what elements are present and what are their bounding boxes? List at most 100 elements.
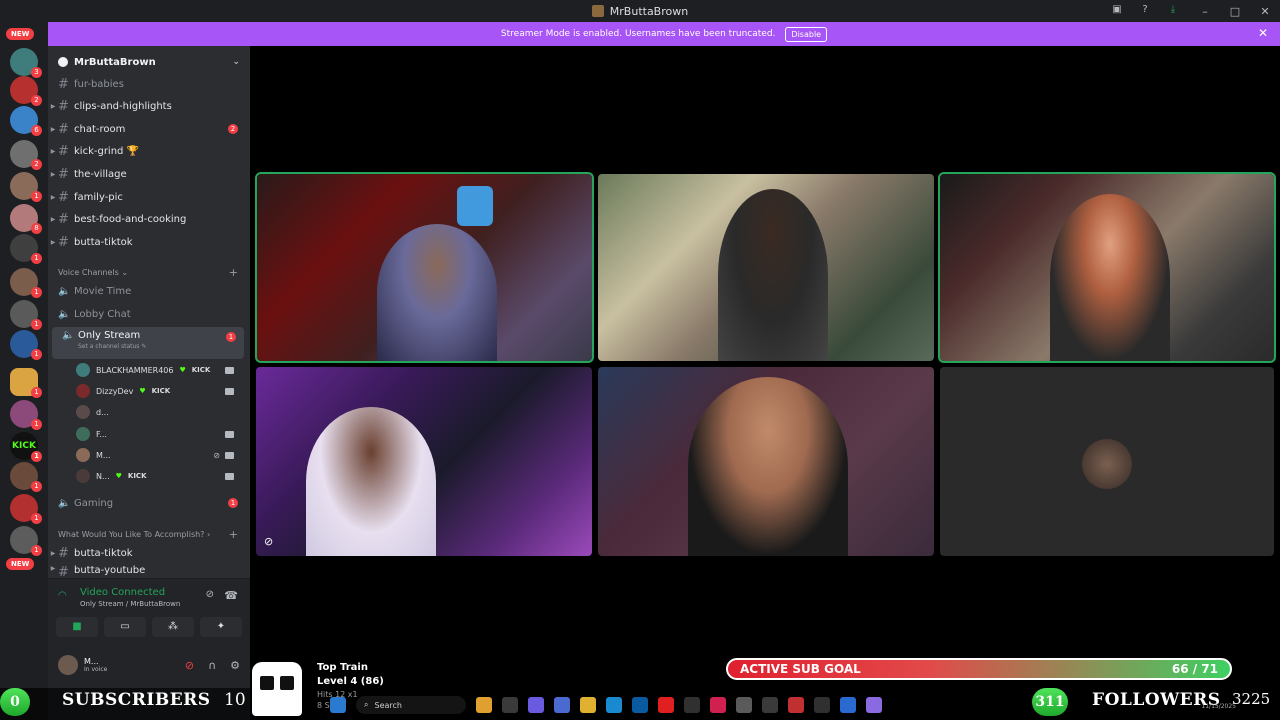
video-tile-speaking[interactable] (938, 172, 1276, 363)
video-tile[interactable]: ⊘ (256, 367, 592, 556)
app-icon[interactable] (788, 697, 804, 713)
server-icon-selected[interactable]: 1 (10, 368, 42, 398)
youtube-icon[interactable] (658, 697, 674, 713)
channel-butta-youtube[interactable]: ▶ # butta-youtube (48, 565, 250, 577)
channel-chat-room[interactable]: ▶ # chat-room 2 (48, 119, 250, 139)
minimize-button[interactable]: – (1190, 5, 1220, 18)
server-icon[interactable]: 1 (10, 268, 42, 298)
screen-share-button[interactable]: ▭ (104, 617, 146, 637)
tiktok-icon[interactable] (710, 697, 726, 713)
avatar (76, 427, 90, 441)
server-icon[interactable]: 1 (10, 400, 42, 430)
server-icon[interactable]: 2 (10, 140, 42, 170)
camera-button[interactable]: ■ (56, 617, 98, 637)
headphones-icon[interactable]: ∩ (208, 659, 216, 672)
server-icon[interactable]: 1 (10, 300, 42, 330)
chevron-down-icon[interactable]: ⌄ (232, 57, 240, 67)
start-icon[interactable] (330, 697, 346, 713)
video-tile[interactable] (598, 367, 934, 556)
voice-channels-category[interactable]: Voice Channels ⌄ + (48, 264, 250, 280)
voice-user[interactable]: F... (76, 424, 246, 444)
noise-suppression-icon[interactable]: ⊘ (206, 589, 214, 600)
voice-channel-movie-time[interactable]: 🔈 Movie Time (48, 281, 250, 301)
kick-server-icon[interactable]: KICK 1 (10, 432, 42, 462)
app-icon[interactable] (814, 697, 830, 713)
video-tile-camera-off[interactable] (940, 367, 1274, 556)
add-channel-button[interactable]: + (229, 266, 238, 279)
top-train-level: Level 4 (86) (317, 676, 384, 687)
app-icon[interactable] (528, 697, 544, 713)
edge-icon[interactable] (606, 697, 622, 713)
channel-best-food-and-cooking[interactable]: ▶ # best-food-and-cooking (48, 209, 250, 229)
inbox-icon[interactable]: ▣ (1110, 3, 1124, 17)
server-icon[interactable]: 1 (10, 494, 42, 524)
avatar[interactable] (58, 655, 78, 675)
video-tile-speaking[interactable] (255, 172, 594, 363)
taskbar-search[interactable]: ⌕ Search (356, 696, 466, 714)
server-icon[interactable]: 1 (10, 462, 42, 492)
server-icon[interactable]: 3 (10, 48, 42, 78)
channel-the-village[interactable]: ▶ # the-village (48, 164, 250, 184)
add-channel-button[interactable]: + (229, 528, 238, 541)
new-pill-top[interactable]: NEW (6, 28, 35, 40)
unread-badge: 1 (228, 498, 238, 508)
channel-butta-tiktok[interactable]: ▶ # butta-tiktok (48, 232, 250, 252)
voice-channel-lobby-chat[interactable]: 🔈 Lobby Chat (48, 304, 250, 324)
hash-icon: # (58, 565, 69, 577)
maximize-button[interactable]: □ (1220, 5, 1250, 18)
server-icon[interactable]: 1 (10, 234, 42, 264)
app-icon[interactable] (502, 697, 518, 713)
help-icon[interactable]: ? (1138, 3, 1152, 17)
new-pill-bottom[interactable]: NEW (6, 558, 35, 570)
person-silhouette (718, 189, 828, 361)
hash-icon: # (58, 98, 69, 114)
voice-channel-only-stream[interactable]: 🔈 Only Stream Set a channel status ✎ 1 (52, 327, 244, 359)
activities-button[interactable]: ⁂ (152, 617, 194, 637)
app-icon[interactable] (684, 697, 700, 713)
channel-kick-grind[interactable]: ▶ # kick-grind 🏆 (48, 141, 250, 161)
channel-family-pic[interactable]: ▶ # family-pic (48, 187, 250, 207)
channel-status[interactable]: Set a channel status ✎ (78, 343, 146, 350)
download-icon[interactable]: ⤓ (1166, 3, 1180, 17)
close-banner-icon[interactable]: ✕ (1258, 26, 1268, 40)
disconnect-icon[interactable]: ☎ (224, 589, 238, 602)
channel-clips-and-highlights[interactable]: ▶ # clips-and-highlights (48, 96, 250, 116)
app-icon[interactable] (554, 697, 570, 713)
voice-channel-gaming[interactable]: 🔈 Gaming 1 (48, 493, 250, 513)
server-icon[interactable]: 1 (10, 330, 42, 360)
voice-user[interactable]: N... ♥ KICK (76, 466, 246, 486)
close-window-button[interactable]: ✕ (1250, 5, 1280, 18)
server-icon[interactable]: 8 (10, 204, 42, 234)
voice-user[interactable]: BLACKHAMMER406 ♥ KICK (76, 360, 246, 380)
app-icon[interactable] (762, 697, 778, 713)
soundboard-button[interactable]: ✦ (200, 617, 242, 637)
channel-fur-babies[interactable]: # fur-babies (48, 74, 250, 94)
voice-location[interactable]: Only Stream / MrButtaBrown (80, 600, 180, 608)
window-title-text: MrButtaBrown (609, 4, 689, 18)
subscribers-goal: 10 (224, 690, 246, 710)
discord-icon[interactable] (866, 697, 882, 713)
app-icon[interactable] (632, 697, 648, 713)
server-icon[interactable]: 1 (10, 172, 42, 202)
video-tile[interactable] (598, 174, 934, 361)
server-icon[interactable]: 2 (10, 76, 42, 106)
voice-user[interactable]: DizzyDev ♥ KICK (76, 381, 246, 401)
server-icon[interactable]: 1 (10, 526, 42, 556)
unread-badge: 2 (228, 124, 238, 134)
guild-icon (58, 57, 68, 67)
disable-streamer-mode-button[interactable]: Disable (785, 26, 828, 42)
speaker-icon: 🔈 (58, 308, 71, 320)
voice-status[interactable]: Video Connected (80, 587, 165, 598)
app-icon[interactable] (840, 697, 856, 713)
server-icon[interactable]: 6 (10, 106, 42, 136)
channel-butta-tiktok-2[interactable]: ▶ # butta-tiktok (48, 543, 250, 563)
app-icon[interactable] (736, 697, 752, 713)
app-icon[interactable] (476, 697, 492, 713)
mute-mic-icon[interactable]: ⊘ (185, 659, 194, 672)
voice-user[interactable]: d... (76, 402, 246, 422)
accomplish-category[interactable]: What Would You Like To Accomplish? › + (48, 526, 250, 542)
hash-icon: # (58, 211, 69, 227)
file-explorer-icon[interactable] (580, 697, 596, 713)
gear-icon[interactable]: ⚙ (230, 659, 240, 672)
voice-user[interactable]: M... ⊘ (76, 445, 246, 465)
